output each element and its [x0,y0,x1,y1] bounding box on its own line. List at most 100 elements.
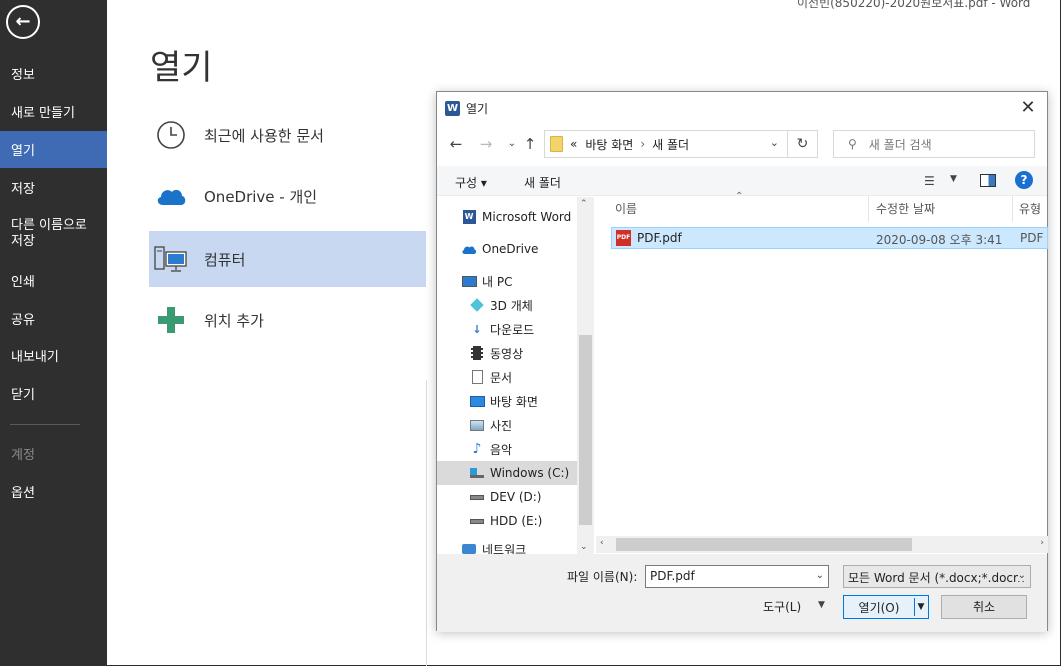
chevron-down-icon[interactable]: ⌄ [770,136,779,149]
filename-input[interactable]: PDF.pdf ⌄ [645,565,829,588]
sidebar-item-open[interactable]: 열기 [0,131,107,168]
new-folder-button[interactable]: 새 폴더 [524,174,561,191]
location-computer[interactable]: 컴퓨터 [149,231,426,287]
filetype-select[interactable]: 모든 Word 문서 (*.docx;*.docm ⌄ [843,565,1031,588]
column-header-modified[interactable]: 수정한 날짜 [876,200,935,217]
sidebar-item-options[interactable]: 옵션 [0,478,107,504]
column-header-name[interactable]: 이름 [615,200,637,217]
tree-item-label: 내 PC [482,274,513,289]
computer-icon [149,239,193,279]
tree-item-label: HDD (E:) [490,514,543,528]
tree-item-music[interactable]: ♪ 음악 [469,437,513,461]
scroll-up-icon[interactable]: ⌃ [580,199,588,209]
page-title: 열기 [150,48,213,88]
sidebar-item-print[interactable]: 인쇄 [0,267,107,293]
pc-icon [461,273,477,289]
drive-icon [469,489,485,505]
tree-item-onedrive[interactable]: OneDrive [461,237,538,261]
breadcrumb-new-folder[interactable]: 새 폴더 [652,136,689,153]
view-options-icon[interactable]: ☰ [924,174,935,188]
location-add-place[interactable]: 위치 추가 [149,292,426,348]
network-icon [461,541,477,554]
address-bar[interactable]: « 바탕 화면 › 새 폴더 ⌄ [544,130,788,158]
open-dialog: W 열기 ✕ ← → ⌄ ↑ « 바탕 화면 › 새 폴더 ⌄ ↻ ⚲ 새 폴더… [436,91,1048,632]
sidebar-divider [10,424,80,425]
word-icon: W [445,100,460,116]
tree-item-label: 3D 개체 [490,298,533,313]
open-split-dropdown[interactable]: ▼ [914,598,927,616]
tree-item-microsoft-word[interactable]: W Microsoft Word [461,205,571,229]
filename-label: 파일 이름(N): [567,570,638,584]
help-icon[interactable]: ? [1015,171,1033,189]
location-onedrive[interactable]: OneDrive - 개인 [149,168,426,224]
chevron-down-icon[interactable]: ⌄ [1017,570,1026,581]
sidebar-item-new[interactable]: 새로 만들기 [0,98,107,124]
tree-item-label: 다운로드 [490,322,535,337]
tree-item-desktop[interactable]: 바탕 화면 [469,389,538,413]
tree-item-3d-objects[interactable]: 3D 개체 [469,293,533,317]
search-input[interactable]: ⚲ 새 폴더 검색 [833,130,1035,158]
file-list-hscrollbar[interactable]: ‹ › [596,536,1048,553]
sidebar-item-export[interactable]: 내보내기 [0,342,107,368]
tree-item-dev-d[interactable]: DEV (D:) [469,485,542,509]
chevron-down-icon[interactable]: ▼ [818,600,825,610]
tree-item-documents[interactable]: 문서 [469,365,512,389]
forward-arrow-icon[interactable]: → [477,135,495,153]
breadcrumb-separator-icon: › [640,137,646,151]
preview-pane-icon[interactable] [980,174,996,187]
tree-item-network[interactable]: 네트워크 [461,537,526,554]
scroll-right-icon[interactable]: › [1040,538,1044,548]
clock-icon [149,115,193,155]
sidebar-item-share[interactable]: 공유 [0,305,107,331]
open-button[interactable]: 열기(O) ▼ [843,595,929,619]
desktop-icon [469,393,485,409]
column-header-type[interactable]: 유형 [1019,200,1041,217]
tools-button[interactable]: 도구(L) [763,598,801,615]
tree-item-pictures[interactable]: 사진 [469,413,512,437]
tree-item-label: OneDrive [482,242,539,256]
breadcrumb-desktop[interactable]: 바탕 화면 [585,136,633,153]
scroll-left-icon[interactable]: ‹ [600,538,604,548]
tree-item-windows-c[interactable]: Windows (C:) [437,461,577,485]
location-label: 최근에 사용한 문서 [204,126,324,145]
search-placeholder: 새 폴더 검색 [868,137,932,152]
cancel-button[interactable]: 취소 [941,595,1027,619]
chevron-down-icon[interactable]: ▼ [950,174,957,184]
tree-item-hdd-e[interactable]: HDD (E:) [469,509,542,533]
recent-locations-dropdown[interactable]: ⌄ [503,135,521,153]
music-icon: ♪ [472,441,482,457]
tree-scrollbar-thumb[interactable] [579,335,592,525]
refresh-icon: ↻ [796,136,809,152]
close-icon[interactable]: ✕ [1017,97,1039,119]
organize-button[interactable]: 구성 ▾ [455,174,487,191]
up-arrow-icon[interactable]: ↑ [521,135,539,153]
refresh-button[interactable]: ↻ [788,130,818,158]
sidebar-item-save[interactable]: 저장 [0,174,107,200]
back-button[interactable]: ← [6,5,40,39]
location-label: 컴퓨터 [204,250,246,269]
scroll-down-icon[interactable]: ⌄ [580,542,588,552]
tree-item-this-pc[interactable]: 내 PC [461,269,512,293]
3d-objects-icon [469,297,485,313]
location-recent[interactable]: 최근에 사용한 문서 [149,107,426,163]
tree-item-downloads[interactable]: ↓ 다운로드 [469,317,534,341]
address-prefix: « [570,137,578,151]
sidebar-item-close[interactable]: 닫기 [0,380,107,406]
tree-item-videos[interactable]: 동영상 [469,341,523,365]
tree-scrollbar[interactable]: ⌃ ⌄ [577,197,594,554]
file-name: PDF.pdf [637,231,682,245]
sidebar-item-save-as[interactable]: 다른 이름으로 저장 [0,214,107,254]
onedrive-cloud-icon [149,176,193,216]
arrow-left-icon: ← [15,11,31,32]
column-divider[interactable] [868,196,869,222]
back-arrow-icon[interactable]: ← [447,135,465,153]
video-icon [469,345,485,361]
column-divider[interactable] [1012,196,1013,222]
hscrollbar-thumb[interactable] [616,538,912,551]
chevron-down-icon[interactable]: ⌄ [816,570,824,581]
file-row[interactable]: PDF PDF.pdf 2020-09-08 오후 3:41 PDF [611,227,1048,249]
dialog-titlebar[interactable]: W 열기 ✕ [437,92,1047,124]
document-icon [469,369,485,385]
sidebar-item-info[interactable]: 정보 [0,60,107,86]
tree-item-label: Microsoft Word [482,210,572,224]
